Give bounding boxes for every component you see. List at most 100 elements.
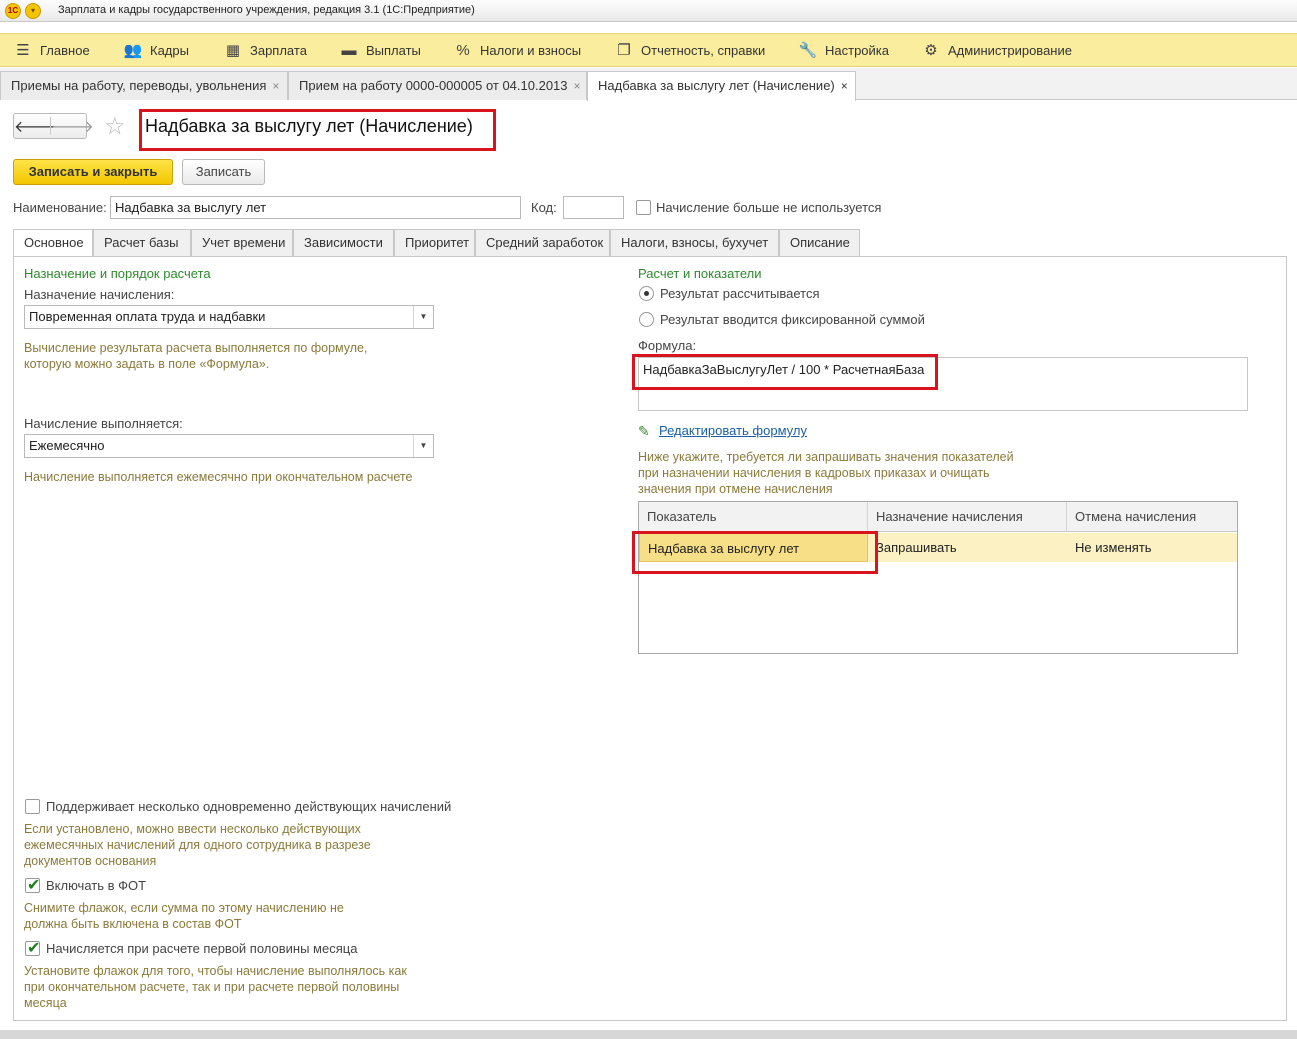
tab-description[interactable]: Описание — [779, 229, 860, 257]
column-header-assignment[interactable]: Назначение начисления — [868, 502, 1067, 532]
calculator-icon: ▦ — [225, 42, 241, 59]
half-hint-line3: месяца — [24, 996, 67, 1010]
main-menu-icon[interactable]: ▾ — [25, 3, 41, 19]
section-reports[interactable]: ❐ Отчетность, справки — [613, 34, 765, 67]
highlight-frame-indicator — [632, 531, 878, 574]
tab-priority[interactable]: Приоритет — [394, 229, 475, 257]
multi-hint-line2: ежемесячных начислений для одного сотруд… — [24, 838, 371, 852]
tab-accrual-form[interactable]: Надбавка за выслугу лет (Начисление) × — [587, 71, 856, 101]
dropdown-arrow-icon[interactable]: ▼ — [413, 435, 433, 457]
period-label: Начисление выполняется: — [24, 416, 183, 431]
purpose-value: Повременная оплата труда и надбавки — [29, 309, 266, 324]
wrench-icon: 🔧 — [798, 42, 818, 59]
divider — [1286, 256, 1287, 1021]
tab-main[interactable]: Основное — [13, 229, 93, 257]
back-arrow-icon[interactable]: 🡐 — [14, 116, 57, 137]
indicators-table[interactable]: Показатель Назначение начисления Отмена … — [638, 501, 1238, 654]
status-bar — [0, 1030, 1297, 1039]
tab-label: Приемы на работу, переводы, увольнения — [11, 78, 267, 93]
people-icon: 👥 — [123, 42, 143, 59]
name-label: Наименование: — [13, 200, 107, 215]
dropdown-arrow-icon[interactable]: ▼ — [413, 306, 433, 328]
section-settings[interactable]: 🔧 Настройка — [797, 34, 889, 67]
purpose-label: Назначение начисления: — [24, 287, 175, 302]
tab-hiring-list[interactable]: Приемы на работу, переводы, увольнения × — [0, 71, 288, 100]
hamburger-menu-icon: ☰ — [16, 42, 30, 59]
half-hint-line1: Установите флажок для того, чтобы начисл… — [24, 964, 407, 978]
section-label: Кадры — [150, 43, 189, 58]
not-used-checkbox[interactable] — [636, 200, 651, 215]
percent-icon: % — [456, 42, 470, 59]
column-header-cancel[interactable]: Отмена начисления — [1067, 502, 1237, 532]
include-fot-checkbox[interactable] — [25, 875, 40, 895]
forward-arrow-icon[interactable]: 🡒 — [51, 116, 94, 137]
include-fot-label: Включать в ФОТ — [46, 878, 147, 893]
save-and-close-button[interactable]: Записать и закрыть — [13, 159, 173, 185]
divider — [13, 256, 14, 1021]
tab-dependencies[interactable]: Зависимости — [293, 229, 394, 257]
edit-formula-link[interactable]: Редактировать формулу — [659, 423, 807, 438]
divider — [13, 256, 1286, 257]
close-icon[interactable]: × — [272, 73, 279, 100]
tab-average-earnings[interactable]: Средний заработок — [475, 229, 610, 257]
table-header: Показатель Назначение начисления Отмена … — [639, 502, 1237, 532]
not-used-label: Начисление больше не используется — [656, 200, 882, 215]
code-label: Код: — [531, 200, 557, 215]
multi-hint-line3: документов основания — [24, 854, 157, 868]
open-windows-bar: Приемы на работу, переводы, увольнения × … — [0, 68, 1297, 101]
tab-hiring-document[interactable]: Прием на работу 0000-000005 от 04.10.201… — [288, 71, 587, 100]
section-label: Зарплата — [250, 43, 307, 58]
radio-calculated[interactable] — [639, 286, 654, 301]
highlight-frame-formula — [632, 354, 938, 390]
window-title: Зарплата и кадры государственного учрежд… — [58, 4, 475, 16]
tab-taxes-accounting[interactable]: Налоги, взносы, бухучет — [610, 229, 779, 257]
history-nav: 🡐 🡒 — [13, 113, 94, 139]
first-half-label: Начисляется при расчете первой половины … — [46, 941, 358, 956]
code-field[interactable] — [563, 196, 624, 219]
indicators-note-line2: при назначении начисления в кадровых при… — [638, 466, 990, 480]
radio-fixed-sum[interactable] — [639, 312, 654, 327]
multi-accrual-label: Поддерживает несколько одновременно дейс… — [46, 799, 452, 814]
purpose-select[interactable]: Повременная оплата труда и надбавки ▼ — [24, 305, 434, 329]
section-salary[interactable]: ▦ Зарплата — [222, 34, 307, 67]
section-label: Выплаты — [366, 43, 421, 58]
multi-hint-line1: Если установлено, можно ввести несколько… — [24, 822, 361, 836]
purpose-hint-line2: которую можно задать в поле «Формула». — [24, 357, 270, 371]
section-payments[interactable]: ▬ Выплаты — [338, 34, 421, 67]
section-taxes[interactable]: % Налоги и взносы — [452, 34, 581, 67]
name-field[interactable]: Надбавка за выслугу лет — [110, 196, 521, 219]
save-button[interactable]: Записать — [182, 159, 265, 185]
period-hint: Начисление выполняется ежемесячно при ок… — [24, 470, 413, 484]
half-hint-line2: при окончательном расчете, так и при рас… — [24, 980, 400, 994]
period-value: Ежемесячно — [29, 438, 105, 453]
gear-icon: ⚙ — [924, 42, 938, 59]
pencil-icon: ✎ — [638, 423, 650, 439]
fot-hint-line1: Снимите флажок, если сумма по этому начи… — [24, 901, 344, 915]
section-label: Настройка — [825, 43, 889, 58]
multi-accrual-checkbox[interactable] — [25, 799, 40, 814]
formula-label: Формула: — [638, 338, 697, 353]
close-icon[interactable]: × — [841, 73, 848, 100]
documents-icon: ❐ — [617, 42, 631, 59]
column-header-indicator[interactable]: Показатель — [639, 502, 868, 532]
table-cell-cancel[interactable]: Не изменять — [1067, 533, 1237, 562]
section-admin[interactable]: ⚙ Администрирование — [920, 34, 1072, 67]
section-label: Главное — [40, 43, 90, 58]
sections-panel: ☰ Главное 👥 Кадры ▦ Зарплата ▬ Выплаты % Нало… — [0, 33, 1297, 67]
section-label: Налоги и взносы — [480, 43, 582, 58]
window-titlebar: 1С ▾ Зарплата и кадры государственного у… — [0, 0, 1297, 22]
table-cell-assignment[interactable]: Запрашивать — [868, 533, 1067, 562]
close-icon[interactable]: × — [574, 73, 581, 100]
section-staff[interactable]: 👥 Кадры — [122, 34, 189, 67]
tab-base-calc[interactable]: Расчет базы — [93, 229, 191, 257]
wallet-icon: ▬ — [341, 42, 357, 59]
period-select[interactable]: Ежемесячно ▼ — [24, 434, 434, 458]
first-half-checkbox[interactable] — [25, 938, 40, 958]
indicators-note-line3: значения при отмене начисления — [638, 482, 833, 496]
group-title-purpose: Назначение и порядок расчета — [24, 266, 211, 281]
section-main[interactable]: ☰ Главное — [12, 34, 90, 67]
group-title-calc: Расчет и показатели — [638, 266, 762, 281]
highlight-frame-title — [139, 109, 496, 151]
favorite-star-icon[interactable]: ☆ — [104, 112, 126, 141]
tab-time-accounting[interactable]: Учет времени — [191, 229, 293, 257]
